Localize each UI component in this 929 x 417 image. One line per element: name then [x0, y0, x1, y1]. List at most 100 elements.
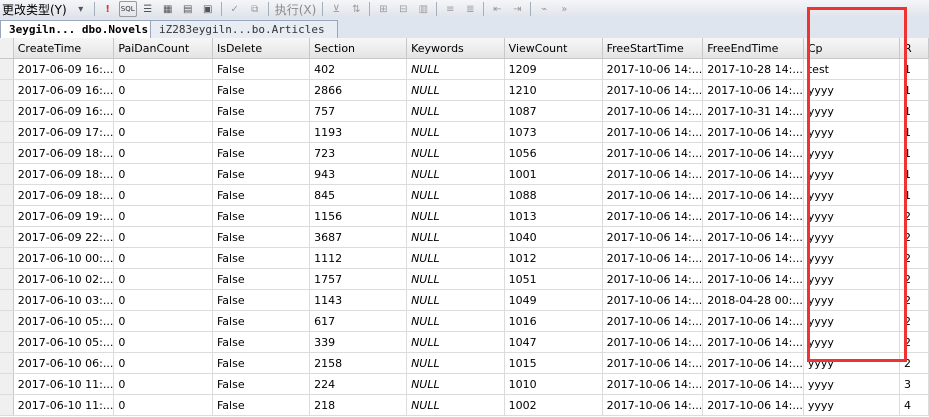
cell-cp[interactable]: yyyy: [803, 184, 900, 206]
cell-keywords[interactable]: NULL: [406, 373, 505, 395]
cell-section[interactable]: 218: [309, 394, 408, 416]
row-selector[interactable]: [0, 331, 14, 353]
cell-keywords[interactable]: NULL: [406, 247, 505, 269]
cell-createtime[interactable]: 2017-06-09 17:...: [13, 121, 115, 143]
column-header-section[interactable]: Section: [309, 38, 408, 59]
cell-r[interactable]: 1: [899, 79, 929, 101]
cell-section[interactable]: 1156: [309, 205, 408, 227]
cell-paidancount[interactable]: 0: [113, 310, 213, 332]
row-selector[interactable]: [0, 226, 14, 248]
cell-freeendtime[interactable]: 2017-10-31 14:...: [702, 100, 804, 122]
execute-button[interactable]: 执行(X): [272, 1, 320, 18]
cell-isdelete[interactable]: False: [212, 331, 311, 353]
cell-keywords[interactable]: NULL: [406, 79, 505, 101]
cell-isdelete[interactable]: False: [212, 121, 311, 143]
cell-r[interactable]: 1: [899, 163, 929, 185]
cell-cp[interactable]: yyyy: [803, 121, 900, 143]
row-selector[interactable]: [0, 184, 14, 206]
cell-r[interactable]: 2: [899, 352, 929, 374]
cell-keywords[interactable]: NULL: [406, 58, 505, 80]
column-header-viewcount[interactable]: ViewCount: [504, 38, 603, 59]
cell-section[interactable]: 1143: [309, 289, 408, 311]
cell-paidancount[interactable]: 0: [113, 163, 213, 185]
cell-createtime[interactable]: 2017-06-10 11:...: [13, 373, 115, 395]
cell-cp[interactable]: yyyy: [803, 247, 900, 269]
cell-viewcount[interactable]: 1002: [504, 394, 603, 416]
cell-cp[interactable]: yyyy: [803, 331, 900, 353]
cell-r[interactable]: 2: [899, 226, 929, 248]
cell-isdelete[interactable]: False: [212, 394, 311, 416]
cell-r[interactable]: 2: [899, 310, 929, 332]
cell-section[interactable]: 402: [309, 58, 408, 80]
cell-freeendtime[interactable]: 2017-10-06 14:...: [702, 310, 804, 332]
align-center-icon[interactable]: ≣: [461, 1, 479, 17]
cell-paidancount[interactable]: 0: [113, 58, 213, 80]
table-row[interactable]: 2017-06-10 11:... 0 False 224 NULL 1010 2017-1…: [0, 373, 929, 395]
cell-freestarttime[interactable]: 2017-10-06 14:...: [602, 163, 704, 185]
cell-createtime[interactable]: 2017-06-10 05:...: [13, 331, 115, 353]
column-header-freestarttime[interactable]: FreeStartTime: [602, 38, 704, 59]
cell-isdelete[interactable]: False: [212, 310, 311, 332]
cell-createtime[interactable]: 2017-06-09 18:...: [13, 163, 115, 185]
overflow-icon[interactable]: »: [555, 1, 573, 17]
cell-section[interactable]: 757: [309, 100, 408, 122]
cell-freestarttime[interactable]: 2017-10-06 14:...: [602, 226, 704, 248]
cell-freeendtime[interactable]: 2017-10-06 14:...: [702, 226, 804, 248]
row-selector[interactable]: [0, 289, 14, 311]
cell-isdelete[interactable]: False: [212, 205, 311, 227]
results-pane-icon[interactable]: ▤: [179, 1, 197, 17]
cell-keywords[interactable]: NULL: [406, 331, 505, 353]
cell-keywords[interactable]: NULL: [406, 100, 505, 122]
cell-cp[interactable]: yyyy: [803, 373, 900, 395]
column-header-r[interactable]: R: [899, 38, 929, 59]
cell-isdelete[interactable]: False: [212, 142, 311, 164]
cell-freestarttime[interactable]: 2017-10-06 14:...: [602, 289, 704, 311]
cell-freeendtime[interactable]: 2017-10-28 14:...: [702, 58, 804, 80]
cell-paidancount[interactable]: 0: [113, 226, 213, 248]
cell-isdelete[interactable]: False: [212, 289, 311, 311]
cell-freestarttime[interactable]: 2017-10-06 14:...: [602, 121, 704, 143]
cell-keywords[interactable]: NULL: [406, 121, 505, 143]
column-header-createtime[interactable]: CreateTime: [13, 38, 115, 59]
table-row[interactable]: 2017-06-10 03:... 0 False 1143 NULL 1049 2017-…: [0, 289, 929, 311]
indent-icon[interactable]: ⇤: [488, 1, 506, 17]
change-type-menu[interactable]: 更改类型(Y): [0, 1, 71, 18]
cell-viewcount[interactable]: 1087: [504, 100, 603, 122]
cell-keywords[interactable]: NULL: [406, 184, 505, 206]
table-row[interactable]: 2017-06-09 19:... 0 False 1156 NULL 1013 2017-…: [0, 205, 929, 227]
cell-section[interactable]: 723: [309, 142, 408, 164]
cell-freestarttime[interactable]: 2017-10-06 14:...: [602, 268, 704, 290]
cell-freestarttime[interactable]: 2017-10-06 14:...: [602, 205, 704, 227]
cell-r[interactable]: 1: [899, 121, 929, 143]
row-selector[interactable]: [0, 247, 14, 269]
table-row[interactable]: 2017-06-10 02:... 0 False 1757 NULL 1051 2017-…: [0, 268, 929, 290]
verify-sql-icon[interactable]: ✓: [226, 1, 244, 17]
cell-freeendtime[interactable]: 2017-10-06 14:...: [702, 205, 804, 227]
cell-paidancount[interactable]: 0: [113, 268, 213, 290]
row-selector[interactable]: [0, 394, 14, 416]
cell-isdelete[interactable]: False: [212, 226, 311, 248]
cell-paidancount[interactable]: 0: [113, 121, 213, 143]
cell-paidancount[interactable]: 0: [113, 142, 213, 164]
cell-keywords[interactable]: NULL: [406, 394, 505, 416]
cell-viewcount[interactable]: 1001: [504, 163, 603, 185]
cell-viewcount[interactable]: 1210: [504, 79, 603, 101]
cell-freeendtime[interactable]: 2017-10-06 14:...: [702, 373, 804, 395]
cell-viewcount[interactable]: 1209: [504, 58, 603, 80]
cell-cp[interactable]: yyyy: [803, 289, 900, 311]
cell-r[interactable]: 2: [899, 331, 929, 353]
grid-pane-icon[interactable]: ▦: [159, 1, 177, 17]
sort-icon[interactable]: ⇅: [347, 1, 365, 17]
filter-icon[interactable]: ⊻: [327, 1, 345, 17]
cell-keywords[interactable]: NULL: [406, 226, 505, 248]
cell-freestarttime[interactable]: 2017-10-06 14:...: [602, 352, 704, 374]
cell-section[interactable]: 2158: [309, 352, 408, 374]
cell-freestarttime[interactable]: 2017-10-06 14:...: [602, 373, 704, 395]
cell-freestarttime[interactable]: 2017-10-06 14:...: [602, 184, 704, 206]
row-selector[interactable]: [0, 142, 14, 164]
cell-cp[interactable]: yyyy: [803, 163, 900, 185]
row-selector[interactable]: [0, 100, 14, 122]
row-selector[interactable]: [0, 58, 14, 80]
cell-section[interactable]: 3687: [309, 226, 408, 248]
cell-cp[interactable]: yyyy: [803, 100, 900, 122]
